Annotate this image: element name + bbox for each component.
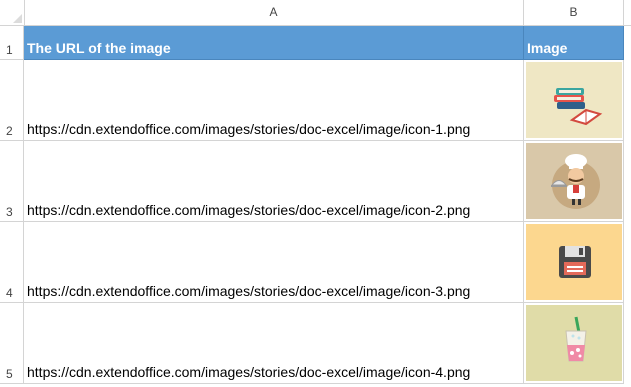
cell-a2-url[interactable]: https://cdn.extendoffice.com/images/stor… xyxy=(24,60,524,141)
cell-a3-url[interactable]: https://cdn.extendoffice.com/images/stor… xyxy=(24,141,524,222)
select-all-corner[interactable] xyxy=(0,0,25,25)
cell-b2-image[interactable] xyxy=(524,60,624,141)
chef-icon[interactable] xyxy=(526,143,622,219)
select-all-icon xyxy=(13,14,22,23)
cell-b3-image[interactable] xyxy=(524,141,624,222)
floppy-disk-icon[interactable] xyxy=(526,224,622,300)
cell-a5-url[interactable]: https://cdn.extendoffice.com/images/stor… xyxy=(24,303,524,384)
spreadsheet: A B 1 2 3 4 5 The URL of the image Image… xyxy=(0,0,631,387)
column-header-row: A B xyxy=(0,0,631,26)
drink-glass-icon[interactable] xyxy=(526,305,622,381)
row-header-3[interactable]: 3 xyxy=(0,141,24,222)
column-header-b[interactable]: B xyxy=(524,0,624,25)
cell-b5-image[interactable] xyxy=(524,303,624,384)
row-header-2[interactable]: 2 xyxy=(0,60,24,141)
row-header-4[interactable]: 4 xyxy=(0,222,24,303)
cell-b4-image[interactable] xyxy=(524,222,624,303)
row-header-5[interactable]: 5 xyxy=(0,303,24,384)
column-header-a[interactable]: A xyxy=(24,0,524,25)
cell-b1-header[interactable]: Image xyxy=(524,26,624,60)
cell-a1-header[interactable]: The URL of the image xyxy=(24,26,524,60)
books-icon[interactable] xyxy=(526,62,622,138)
cell-a4-url[interactable]: https://cdn.extendoffice.com/images/stor… xyxy=(24,222,524,303)
row-header-1[interactable]: 1 xyxy=(0,26,24,60)
